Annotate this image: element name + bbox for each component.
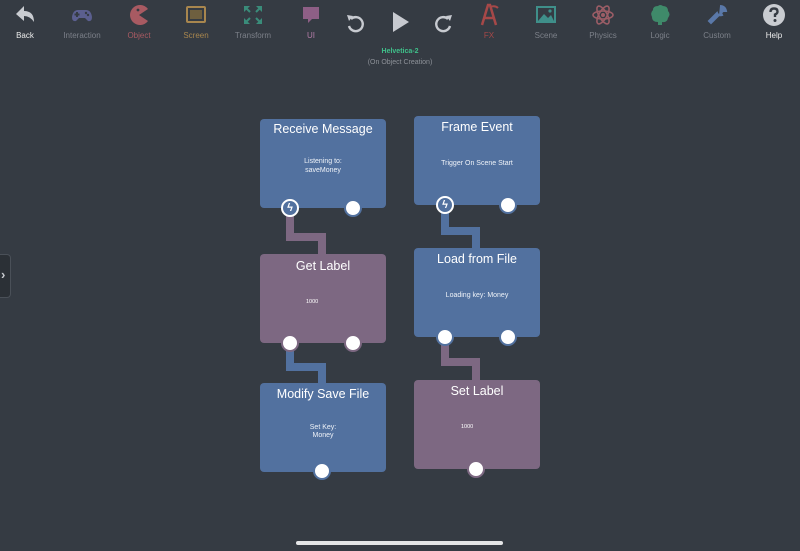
set-label-output-port[interactable]	[467, 460, 485, 478]
modify-save-file-node[interactable]: Modify Save File Set Key: Money	[260, 383, 386, 472]
set-label-node[interactable]: Set Label 1000	[414, 380, 540, 469]
connection-wires	[286, 207, 480, 387]
lightning-icon: ϟ	[442, 199, 448, 211]
modify-save-file-title: Modify Save File	[276, 387, 370, 401]
set-label-value: 1000	[461, 424, 474, 430]
get-label-output-port-right[interactable]	[344, 334, 362, 352]
get-label-title: Get Label	[295, 259, 351, 273]
wire-frame-to-load	[441, 207, 480, 252]
load-from-file-node[interactable]: Load from File Loading key: Money	[414, 248, 540, 337]
modify-save-file-output-port[interactable]	[313, 462, 331, 480]
set-label-title: Set Label	[450, 384, 504, 398]
load-from-file-line1: Loading key: Money	[445, 292, 509, 299]
get-label-value: 1000	[306, 299, 319, 305]
frame-event-title: Frame Event	[441, 120, 513, 134]
receive-message-title: Receive Message	[273, 122, 373, 136]
home-indicator[interactable]	[296, 541, 503, 545]
frame-event-node[interactable]: Frame Event Trigger On Scene Start	[414, 116, 540, 205]
frame-event-line1: Trigger On Scene Start	[441, 160, 513, 167]
get-label-output-port-left[interactable]	[281, 334, 299, 352]
frame-event-output-port[interactable]	[499, 196, 517, 214]
receive-message-line2: saveMoney	[305, 167, 341, 174]
receive-message-output-port[interactable]	[344, 199, 362, 217]
receive-message-trigger-port[interactable]: ϟ	[281, 199, 299, 217]
load-from-file-output-port-right[interactable]	[499, 328, 517, 346]
lightning-icon: ϟ	[287, 202, 293, 214]
receive-message-node[interactable]: Receive Message Listening to: saveMoney	[260, 119, 386, 208]
wire-load-to-set	[441, 338, 480, 384]
load-from-file-title: Load from File	[437, 252, 517, 266]
modify-save-file-line2: Money	[312, 432, 334, 439]
frame-event-trigger-port[interactable]: ϟ	[436, 196, 454, 214]
wire-receive-to-get	[286, 209, 326, 258]
get-label-node[interactable]: Get Label 1000	[260, 254, 386, 343]
load-from-file-output-port-left[interactable]	[436, 328, 454, 346]
